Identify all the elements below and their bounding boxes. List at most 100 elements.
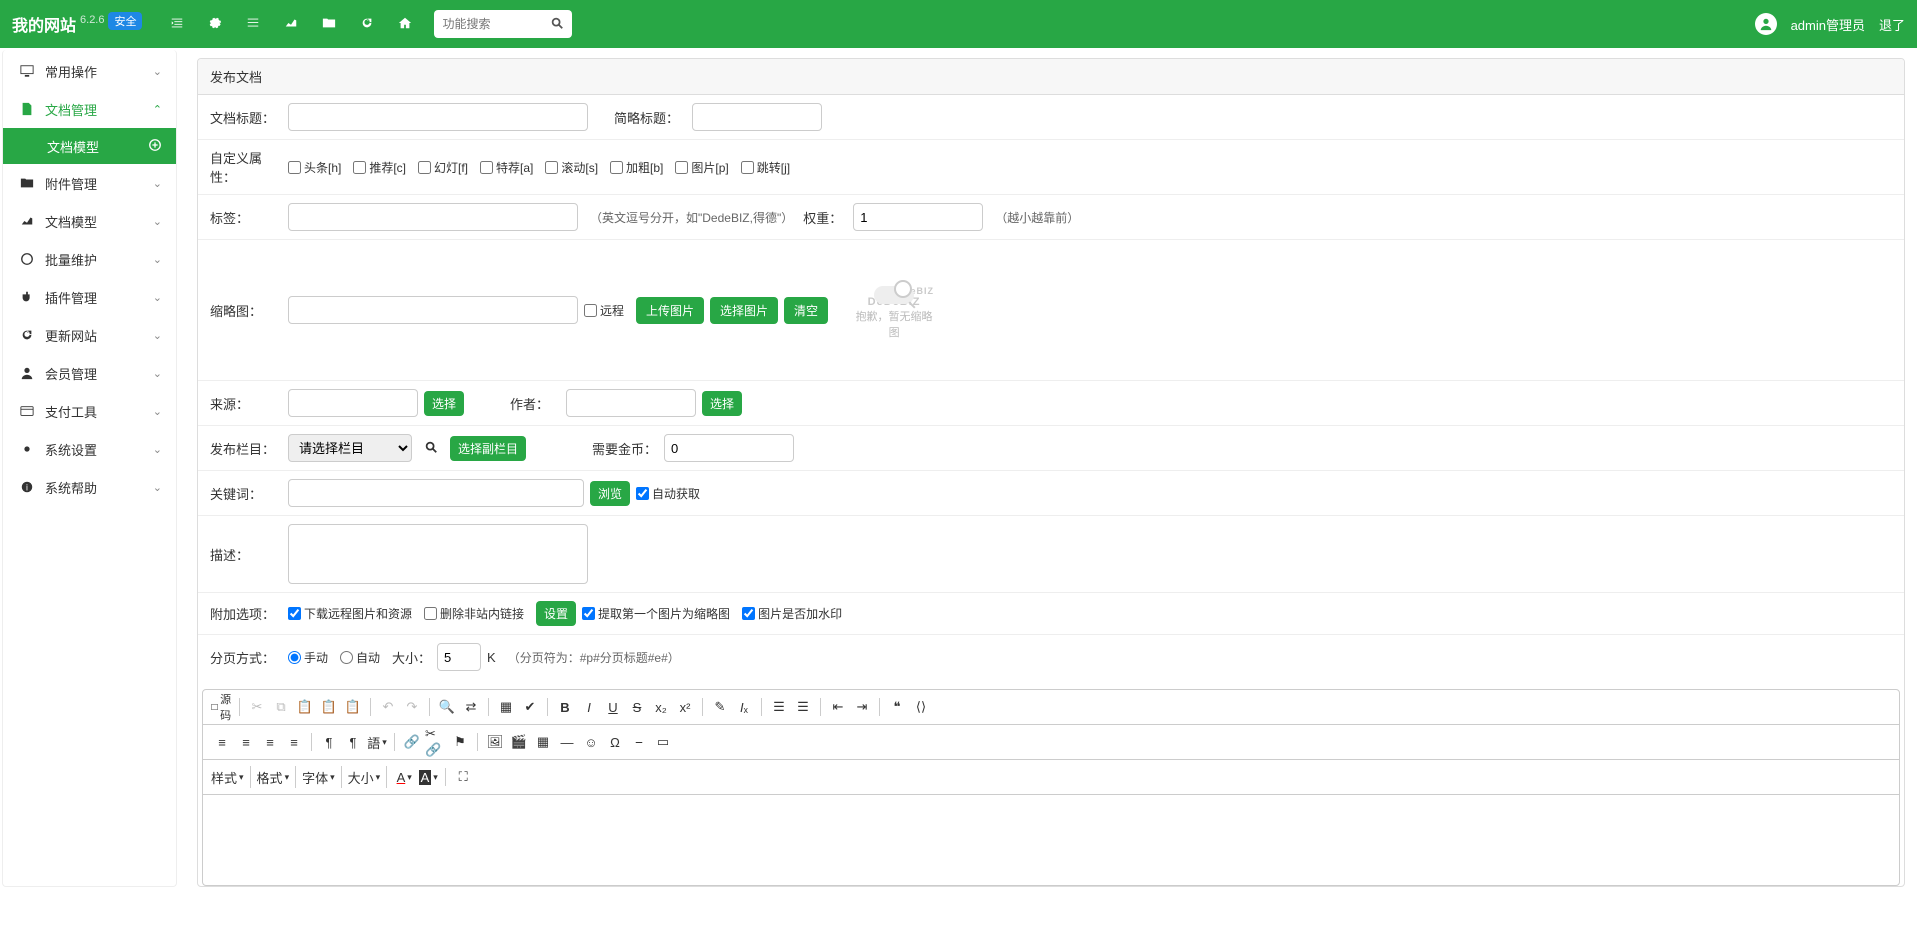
codeblock-icon[interactable]: ⟨⟩: [910, 696, 932, 718]
browse-button[interactable]: 浏览: [590, 481, 630, 506]
attr-image[interactable]: 图片[p]: [675, 159, 728, 176]
clearformat-icon[interactable]: Iₓ: [733, 696, 755, 718]
font-combo[interactable]: 字体▾: [302, 766, 342, 788]
user-label[interactable]: admin管理员: [1791, 15, 1865, 34]
column-select[interactable]: 请选择栏目: [288, 434, 412, 462]
italic-icon[interactable]: I: [578, 696, 600, 718]
removeformat-icon[interactable]: ✎: [709, 696, 731, 718]
strike-icon[interactable]: S: [626, 696, 648, 718]
folder-icon[interactable]: [322, 16, 336, 33]
sidebar-subitem-model[interactable]: 文档模型: [3, 128, 176, 164]
search-box[interactable]: [434, 10, 572, 38]
attr-jump[interactable]: 跳转[j]: [741, 159, 790, 176]
attr-scroll[interactable]: 滚动[s]: [545, 159, 598, 176]
brand[interactable]: 我的网站: [12, 12, 76, 36]
paging-size-input[interactable]: [437, 643, 481, 671]
sidebar-item-docs[interactable]: 文档管理 ⌃: [3, 90, 176, 128]
paste-word-icon[interactable]: 📋: [342, 696, 364, 718]
table-icon[interactable]: ▦: [532, 731, 554, 753]
addon-watermark[interactable]: 图片是否加水印: [742, 605, 842, 622]
thumb-input[interactable]: [288, 296, 578, 324]
author-select-button[interactable]: 选择: [702, 391, 742, 416]
cut-icon[interactable]: ✂: [246, 696, 268, 718]
weight-input[interactable]: [853, 203, 983, 231]
source-select-button[interactable]: 选择: [424, 391, 464, 416]
rtl-icon[interactable]: ¶: [342, 731, 364, 753]
maximize-icon[interactable]: ⛶: [452, 766, 474, 788]
align-justify-icon[interactable]: ≡: [283, 731, 305, 753]
specialchar-icon[interactable]: Ω: [604, 731, 626, 753]
home-icon[interactable]: [398, 16, 412, 33]
addon-download[interactable]: 下载远程图片和资源: [288, 605, 412, 622]
sidebar-item-members[interactable]: 会员管理 ⌄: [3, 354, 176, 392]
addon-extract-first[interactable]: 提取第一个图片为缩略图: [582, 605, 730, 622]
title-input[interactable]: [288, 103, 588, 131]
underline-icon[interactable]: U: [602, 696, 624, 718]
sidebar-item-plugins[interactable]: 插件管理 ⌄: [3, 278, 176, 316]
selectall-icon[interactable]: ▦: [495, 696, 517, 718]
select-sub-column-button[interactable]: 选择副栏目: [450, 436, 526, 461]
indent-icon[interactable]: ⇥: [851, 696, 873, 718]
clear-button[interactable]: 清空: [784, 297, 828, 324]
addon-settings-button[interactable]: 设置: [536, 601, 576, 626]
attr-headline[interactable]: 头条[h]: [288, 159, 341, 176]
paging-auto[interactable]: 自动: [340, 649, 380, 666]
short-title-input[interactable]: [692, 103, 822, 131]
sidebar-item-batch[interactable]: 批量维护 ⌄: [3, 240, 176, 278]
find-icon[interactable]: 🔍: [436, 696, 458, 718]
plus-icon[interactable]: [148, 138, 162, 155]
attr-special[interactable]: 特荐[a]: [480, 159, 533, 176]
logout-link[interactable]: 退了: [1879, 15, 1905, 34]
gear-icon[interactable]: [208, 16, 222, 33]
sidebar-item-attach[interactable]: 附件管理 ⌄: [3, 164, 176, 202]
sidebar-item-update[interactable]: 更新网站 ⌄: [3, 316, 176, 354]
addon-remove-ext[interactable]: 删除非站内链接: [424, 605, 524, 622]
undo-icon[interactable]: ↶: [377, 696, 399, 718]
attr-bold[interactable]: 加粗[b]: [610, 159, 663, 176]
sidebar-item-common[interactable]: 常用操作 ⌄: [3, 52, 176, 90]
desc-textarea[interactable]: [288, 524, 588, 584]
superscript-icon[interactable]: x²: [674, 696, 696, 718]
bold-icon[interactable]: B: [554, 696, 576, 718]
pagebreak-icon[interactable]: ⎯: [628, 731, 650, 753]
indent-icon[interactable]: [170, 16, 184, 33]
search-icon[interactable]: [550, 16, 564, 33]
sidebar-item-model2[interactable]: 文档模型 ⌄: [3, 202, 176, 240]
list-icon[interactable]: [246, 16, 260, 33]
numlist-icon[interactable]: ☰: [768, 696, 790, 718]
styles-combo[interactable]: 样式▾: [211, 766, 251, 788]
keywords-input[interactable]: [288, 479, 584, 507]
attr-recommend[interactable]: 推荐[c]: [353, 159, 406, 176]
iframe-icon[interactable]: ▭: [652, 731, 674, 753]
format-combo[interactable]: 格式▾: [257, 766, 297, 788]
redo-icon[interactable]: ↷: [401, 696, 423, 718]
editor-content[interactable]: [203, 795, 1899, 885]
chart-icon[interactable]: [284, 16, 298, 33]
align-center-icon[interactable]: ≡: [235, 731, 257, 753]
sidebar-item-help[interactable]: i 系统帮助 ⌄: [3, 468, 176, 506]
image-icon[interactable]: 🖼: [484, 731, 506, 753]
blockquote-icon[interactable]: ❝: [886, 696, 908, 718]
size-combo[interactable]: 大小▾: [348, 766, 388, 788]
hr-icon[interactable]: —: [556, 731, 578, 753]
source-button[interactable]: 源码: [211, 696, 233, 718]
bgcolor-icon[interactable]: A▾: [417, 766, 439, 788]
replace-icon[interactable]: ⇄: [460, 696, 482, 718]
video-icon[interactable]: 🎬: [508, 731, 530, 753]
refresh-icon[interactable]: [360, 16, 374, 33]
coin-input[interactable]: [664, 434, 794, 462]
remote-check[interactable]: 远程: [584, 302, 624, 319]
anchor-icon[interactable]: ⚑: [449, 731, 471, 753]
copy-icon[interactable]: ⧉: [270, 696, 292, 718]
align-left-icon[interactable]: ≡: [211, 731, 233, 753]
align-right-icon[interactable]: ≡: [259, 731, 281, 753]
unlink-icon[interactable]: ✂🔗: [425, 731, 447, 753]
select-image-button[interactable]: 选择图片: [710, 297, 778, 324]
outdent-icon[interactable]: ⇤: [827, 696, 849, 718]
sidebar-item-pay[interactable]: 支付工具 ⌄: [3, 392, 176, 430]
language-icon[interactable]: 語▾: [366, 731, 388, 753]
spellcheck-icon[interactable]: ✔: [519, 696, 541, 718]
tags-input[interactable]: [288, 203, 578, 231]
paste-text-icon[interactable]: 📋: [318, 696, 340, 718]
paging-manual[interactable]: 手动: [288, 649, 328, 666]
